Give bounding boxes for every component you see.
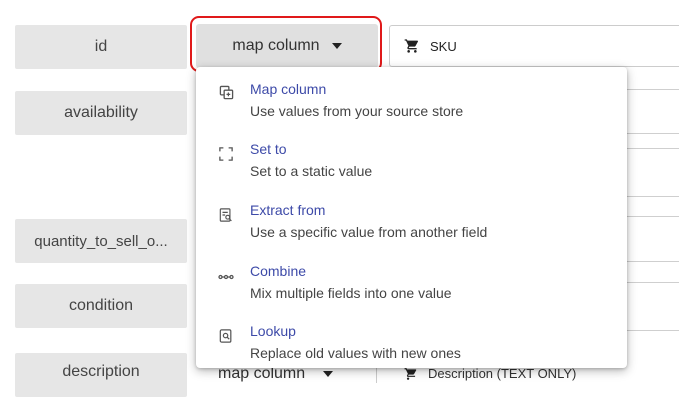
- row-divider: [627, 282, 679, 283]
- row-divider: [627, 133, 679, 134]
- row-divider: [627, 261, 679, 262]
- field-label-quantity: quantity_to_sell_o...: [15, 219, 187, 263]
- set-to-icon: [218, 146, 234, 162]
- source-field-value: SKU: [430, 38, 457, 54]
- menu-item-extract-from[interactable]: Extract from Use a specific value from a…: [196, 194, 627, 252]
- menu-item-title: Lookup: [250, 323, 296, 339]
- field-label-id: id: [15, 25, 187, 69]
- row-divider: [627, 89, 679, 90]
- field-label-availability: availability: [15, 91, 187, 135]
- combine-icon: [218, 268, 234, 284]
- lookup-icon: [218, 328, 234, 344]
- map-column-icon: [218, 84, 234, 100]
- menu-item-title: Combine: [250, 263, 307, 279]
- menu-item-description: Use a specific value from another field: [250, 224, 488, 240]
- field-label-description: description: [15, 353, 187, 397]
- menu-item-description: Use values from your source store: [250, 103, 464, 119]
- mapping-mode-menu: Map column Use values from your source s…: [196, 67, 627, 368]
- menu-item-description: Mix multiple fields into one value: [250, 285, 452, 301]
- field-label-text: description: [62, 363, 140, 380]
- menu-item-lookup[interactable]: Lookup Replace old values with new ones: [196, 315, 627, 373]
- row-divider: [627, 330, 679, 331]
- menu-item-title: Extract from: [250, 202, 326, 218]
- menu-item-title: Map column: [250, 81, 327, 97]
- menu-item-description: Replace old values with new ones: [250, 345, 461, 361]
- menu-item-map-column[interactable]: Map column Use values from your source s…: [196, 73, 627, 131]
- row-divider: [627, 216, 679, 217]
- menu-item-set-to[interactable]: Set to Set to a static value: [196, 133, 627, 191]
- highlight-box: [190, 16, 382, 72]
- source-field-select[interactable]: SKU: [389, 25, 679, 67]
- menu-item-description: Set to a static value: [250, 163, 373, 179]
- field-label-text: availability: [64, 104, 138, 121]
- menu-item-title: Set to: [250, 141, 287, 157]
- field-label-condition: condition: [15, 284, 187, 328]
- cart-icon: [404, 39, 419, 53]
- field-label-text: id: [94, 38, 108, 55]
- row-divider: [627, 148, 679, 149]
- row-divider: [627, 196, 679, 197]
- menu-item-combine[interactable]: Combine Mix multiple fields into one val…: [196, 255, 627, 313]
- field-label-text: condition: [68, 297, 134, 314]
- extract-icon: [218, 207, 234, 223]
- field-label-text: quantity_to_sell_o...: [34, 232, 168, 250]
